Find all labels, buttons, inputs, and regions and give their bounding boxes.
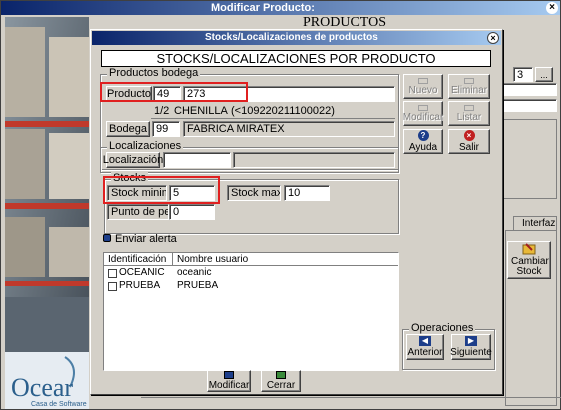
edit-icon	[418, 104, 428, 111]
back-spin-field[interactable]: 3	[513, 67, 533, 82]
localizacion-description	[233, 152, 395, 168]
cerrar-button[interactable]: Cerrar	[261, 370, 301, 392]
row-checkbox[interactable]	[108, 269, 117, 278]
users-table: Identificación Nombre usuario OCEANIC oc…	[103, 252, 399, 371]
bodega-button[interactable]: Bodega	[106, 121, 150, 137]
row-id: PRUEBA	[119, 280, 161, 291]
dialog-title: Stocks/Localizaciones de productos	[205, 32, 378, 43]
list-icon	[464, 104, 474, 111]
enviar-alerta-label: Enviar alerta	[115, 233, 177, 245]
ayuda-button[interactable]: ? Ayuda	[403, 129, 443, 154]
salir-label: Salir	[458, 142, 479, 153]
nuevo-label: Nuevo	[408, 84, 438, 96]
help-icon: ?	[417, 130, 429, 141]
modificar-button[interactable]: Modificar	[207, 370, 251, 392]
cerrar-label: Cerrar	[266, 380, 296, 391]
localizacion-field[interactable]	[163, 152, 231, 168]
siguiente-label: Siguiente	[450, 347, 492, 358]
stock-maximo-input[interactable]: 10	[284, 185, 330, 201]
ayuda-label: Ayuda	[408, 142, 438, 153]
brand-logo-text: Ocear	[11, 373, 74, 402]
salir-button[interactable]: × Salir	[448, 129, 490, 154]
delete-icon	[464, 77, 474, 84]
modificar-label: Modificar	[208, 380, 250, 391]
back-spin-button[interactable]: ...	[535, 67, 553, 82]
table-row[interactable]: PRUEBA PRUEBA	[104, 280, 398, 293]
anterior-button[interactable]: ◀ Anterior	[406, 334, 444, 360]
dialog-close-icon[interactable]: ×	[487, 32, 499, 44]
back-window-title: Modificar Producto:	[211, 2, 315, 14]
col-header-nombre[interactable]: Nombre usuario	[177, 254, 248, 265]
localizacion-button[interactable]: Localización	[103, 152, 163, 168]
eliminar-button[interactable]: Eliminar	[448, 74, 490, 99]
cambiar-stock-button[interactable]: Cambiar Stock	[507, 241, 551, 279]
producto-code-field[interactable]: 49	[153, 86, 181, 102]
enviar-alerta-checkbox[interactable]	[103, 234, 111, 242]
bodega-code-field[interactable]: 99	[152, 121, 180, 137]
modificar-top-button[interactable]: Modificar	[403, 101, 443, 126]
bodega-name-field: FABRICA MIRATEX	[183, 121, 395, 137]
stocks-dialog: Stocks/Localizaciones de productos × STO…	[90, 29, 503, 395]
eliminar-label: Eliminar	[450, 84, 488, 96]
col-divider	[172, 253, 173, 266]
pencil-icon	[522, 243, 536, 255]
stock-maximo-label: Stock maximo	[227, 185, 281, 201]
tab-interfaz-label: Interfaz	[522, 218, 556, 229]
brand-tagline: Casa de Software	[31, 401, 87, 408]
row-name: PRUEBA	[177, 280, 219, 291]
row-id: OCEANIC	[119, 267, 165, 278]
listar-label: Listar	[456, 111, 482, 123]
stock-minimo-input[interactable]: 5	[169, 185, 215, 201]
localizaciones-legend: Localizaciones	[107, 140, 184, 152]
stocks-legend: Stocks	[111, 172, 149, 184]
save-icon	[224, 371, 234, 379]
anterior-label: Anterior	[407, 347, 443, 358]
producto-button[interactable]: Producto	[106, 86, 152, 102]
row-name: oceanic	[177, 267, 212, 278]
punto-pedido-label: Punto de pedido	[107, 204, 169, 220]
producto-barcode: (<109220211100022)	[231, 105, 335, 117]
row-checkbox[interactable]	[108, 282, 117, 291]
dialog-heading: STOCKS/LOCALIZACIONES POR PRODUCTO	[156, 51, 436, 66]
arrow-left-icon: ◀	[419, 336, 431, 346]
close-door-icon	[276, 371, 286, 379]
producto-name: CHENILLA	[174, 105, 228, 117]
back-field-2[interactable]	[501, 99, 557, 112]
operaciones-legend: Operaciones	[409, 322, 476, 334]
producto-info-underline	[151, 118, 395, 119]
cambiar-stock-label: Cambiar Stock	[511, 256, 549, 277]
warehouse-image: Ocear Casa de Software	[5, 17, 89, 409]
producto-id-field[interactable]: 273	[183, 86, 395, 102]
nuevo-button[interactable]: Nuevo	[403, 74, 443, 99]
listar-button[interactable]: Listar	[448, 101, 490, 126]
productos-bodega-legend: Productos bodega	[107, 67, 201, 79]
tab-interfaz[interactable]: Interfaz	[513, 216, 557, 230]
punto-pedido-input[interactable]: 0	[169, 204, 215, 220]
siguiente-button[interactable]: ▶ Siguiente	[450, 334, 492, 360]
back-bottom-bar	[141, 397, 561, 409]
exit-icon: ×	[463, 130, 475, 141]
new-document-icon	[418, 77, 428, 84]
back-panel	[501, 119, 557, 199]
modificar-top-label: Modificar	[402, 111, 444, 123]
col-header-identificacion[interactable]: Identificación	[108, 254, 166, 265]
stock-minimo-label: Stock minimo	[107, 185, 167, 201]
back-window-close-icon[interactable]: ×	[546, 2, 558, 14]
producto-size: 1/2	[154, 105, 170, 117]
arrow-right-icon: ▶	[465, 336, 477, 346]
table-row[interactable]: OCEANIC oceanic	[104, 267, 398, 280]
back-field-1[interactable]	[501, 83, 557, 96]
